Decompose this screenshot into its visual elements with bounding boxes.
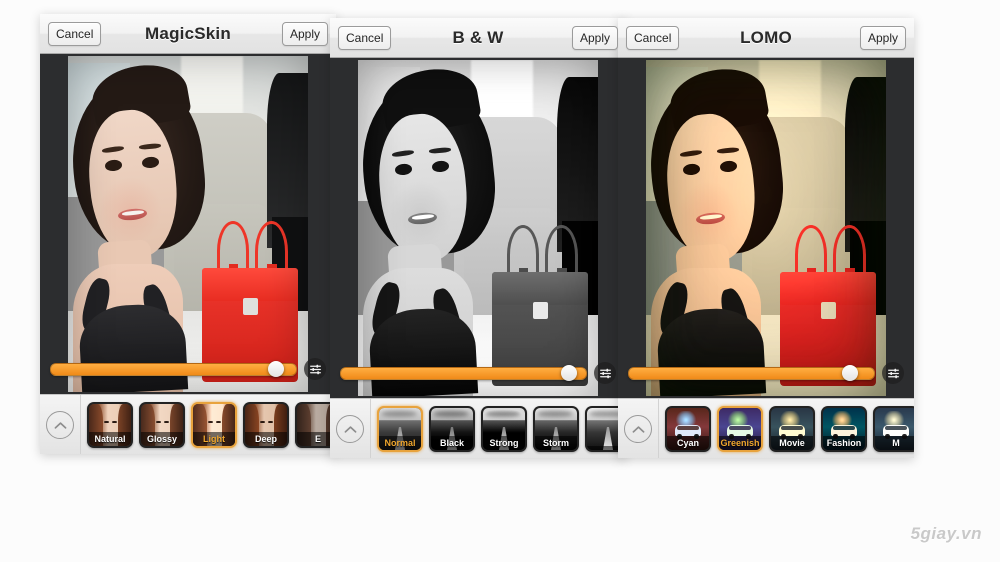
filter-thumb-label: Black [431, 435, 473, 450]
photo-stage [618, 58, 914, 398]
photo-stage [40, 54, 336, 394]
sliders-icon[interactable] [304, 358, 326, 380]
filter-thumb-label: Strong [483, 435, 525, 450]
photo-preview[interactable] [68, 56, 308, 392]
slider-knob[interactable] [268, 361, 285, 377]
filter-thumb-label: Deep [245, 431, 287, 446]
filter-thumb-black[interactable]: Black [429, 406, 475, 452]
collapse-button[interactable] [40, 395, 81, 454]
filter-strip-bw: Normal Black Strong Storm [330, 398, 626, 458]
navbar-lomo: Cancel LOMO Apply [618, 18, 914, 58]
filter-thumb-label: Light [193, 431, 235, 446]
panel-bw: Cancel B & W Apply Normal Black Strong S… [330, 18, 626, 458]
filter-strip-magicskin: Natural Glossy Light Deep E [40, 394, 336, 454]
collapse-button[interactable] [618, 399, 659, 458]
navbar-bw: Cancel B & W Apply [330, 18, 626, 58]
filter-thumb-natural[interactable]: Natural [87, 402, 133, 448]
app-background: Cancel MagicSkin Apply Natural Glossy Li… [0, 0, 1000, 562]
filter-thumb-label: Normal [379, 435, 421, 450]
collapse-button[interactable] [330, 399, 371, 458]
filter-thumb-label: Cyan [667, 435, 709, 450]
filter-thumb-strong[interactable]: Strong [481, 406, 527, 452]
apply-button[interactable]: Apply [859, 25, 906, 50]
filter-thumb-glossy[interactable]: Glossy [139, 402, 185, 448]
filter-thumb-normal[interactable]: Normal [377, 406, 423, 452]
intensity-slider-row [40, 358, 336, 380]
chevron-up-icon [46, 411, 74, 439]
panel-lomo: Cancel LOMO Apply Cyan Greenish Movie Fa… [618, 18, 914, 458]
chevron-up-icon [624, 415, 652, 443]
intensity-slider[interactable] [628, 365, 875, 381]
thumbnail-list[interactable]: Natural Glossy Light Deep E [81, 395, 336, 454]
filter-thumb-label: Greenish [719, 435, 761, 450]
cancel-button[interactable]: Cancel [626, 25, 680, 50]
filter-thumb-label: Natural [89, 431, 131, 446]
photo-stage [330, 58, 626, 398]
cancel-button[interactable]: Cancel [338, 25, 392, 50]
apply-button[interactable]: Apply [571, 25, 618, 50]
filter-thumb-deep[interactable]: Deep [243, 402, 289, 448]
sliders-icon[interactable] [594, 362, 616, 384]
intensity-slider-row [330, 362, 626, 384]
filter-thumb-light[interactable]: Light [191, 402, 237, 448]
filter-thumb-label: Movie [771, 435, 813, 450]
chevron-up-icon [336, 415, 364, 443]
filter-thumb-label: Glossy [141, 431, 183, 446]
slider-knob[interactable] [841, 365, 858, 381]
photo-preview[interactable] [646, 60, 886, 396]
filter-thumb-label: M [875, 435, 914, 450]
filter-thumb-cyan[interactable]: Cyan [665, 406, 711, 452]
cancel-button[interactable]: Cancel [48, 21, 102, 46]
site-watermark: 5giay.vn [910, 524, 982, 543]
panel-magicskin: Cancel MagicSkin Apply Natural Glossy Li… [40, 14, 336, 454]
slider-knob[interactable] [560, 365, 577, 381]
apply-button[interactable]: Apply [281, 21, 328, 46]
filter-strip-lomo: Cyan Greenish Movie Fashion M [618, 398, 914, 458]
filter-thumb-fashion[interactable]: Fashion [821, 406, 867, 452]
filter-thumb-greenish[interactable]: Greenish [717, 406, 763, 452]
photo-preview[interactable] [358, 60, 598, 396]
intensity-slider[interactable] [340, 365, 587, 381]
thumbnail-list[interactable]: Cyan Greenish Movie Fashion M [659, 399, 914, 458]
filter-thumb-partial[interactable]: M [873, 406, 914, 452]
thumbnail-list[interactable]: Normal Black Strong Storm [371, 399, 626, 458]
intensity-slider-row [618, 362, 914, 384]
filter-thumb-label: Fashion [823, 435, 865, 450]
navbar-magicskin: Cancel MagicSkin Apply [40, 14, 336, 54]
filter-thumb-label: Storm [535, 435, 577, 450]
intensity-slider[interactable] [50, 361, 297, 377]
sliders-icon[interactable] [882, 362, 904, 384]
filter-thumb-storm[interactable]: Storm [533, 406, 579, 452]
filter-thumb-movie[interactable]: Movie [769, 406, 815, 452]
